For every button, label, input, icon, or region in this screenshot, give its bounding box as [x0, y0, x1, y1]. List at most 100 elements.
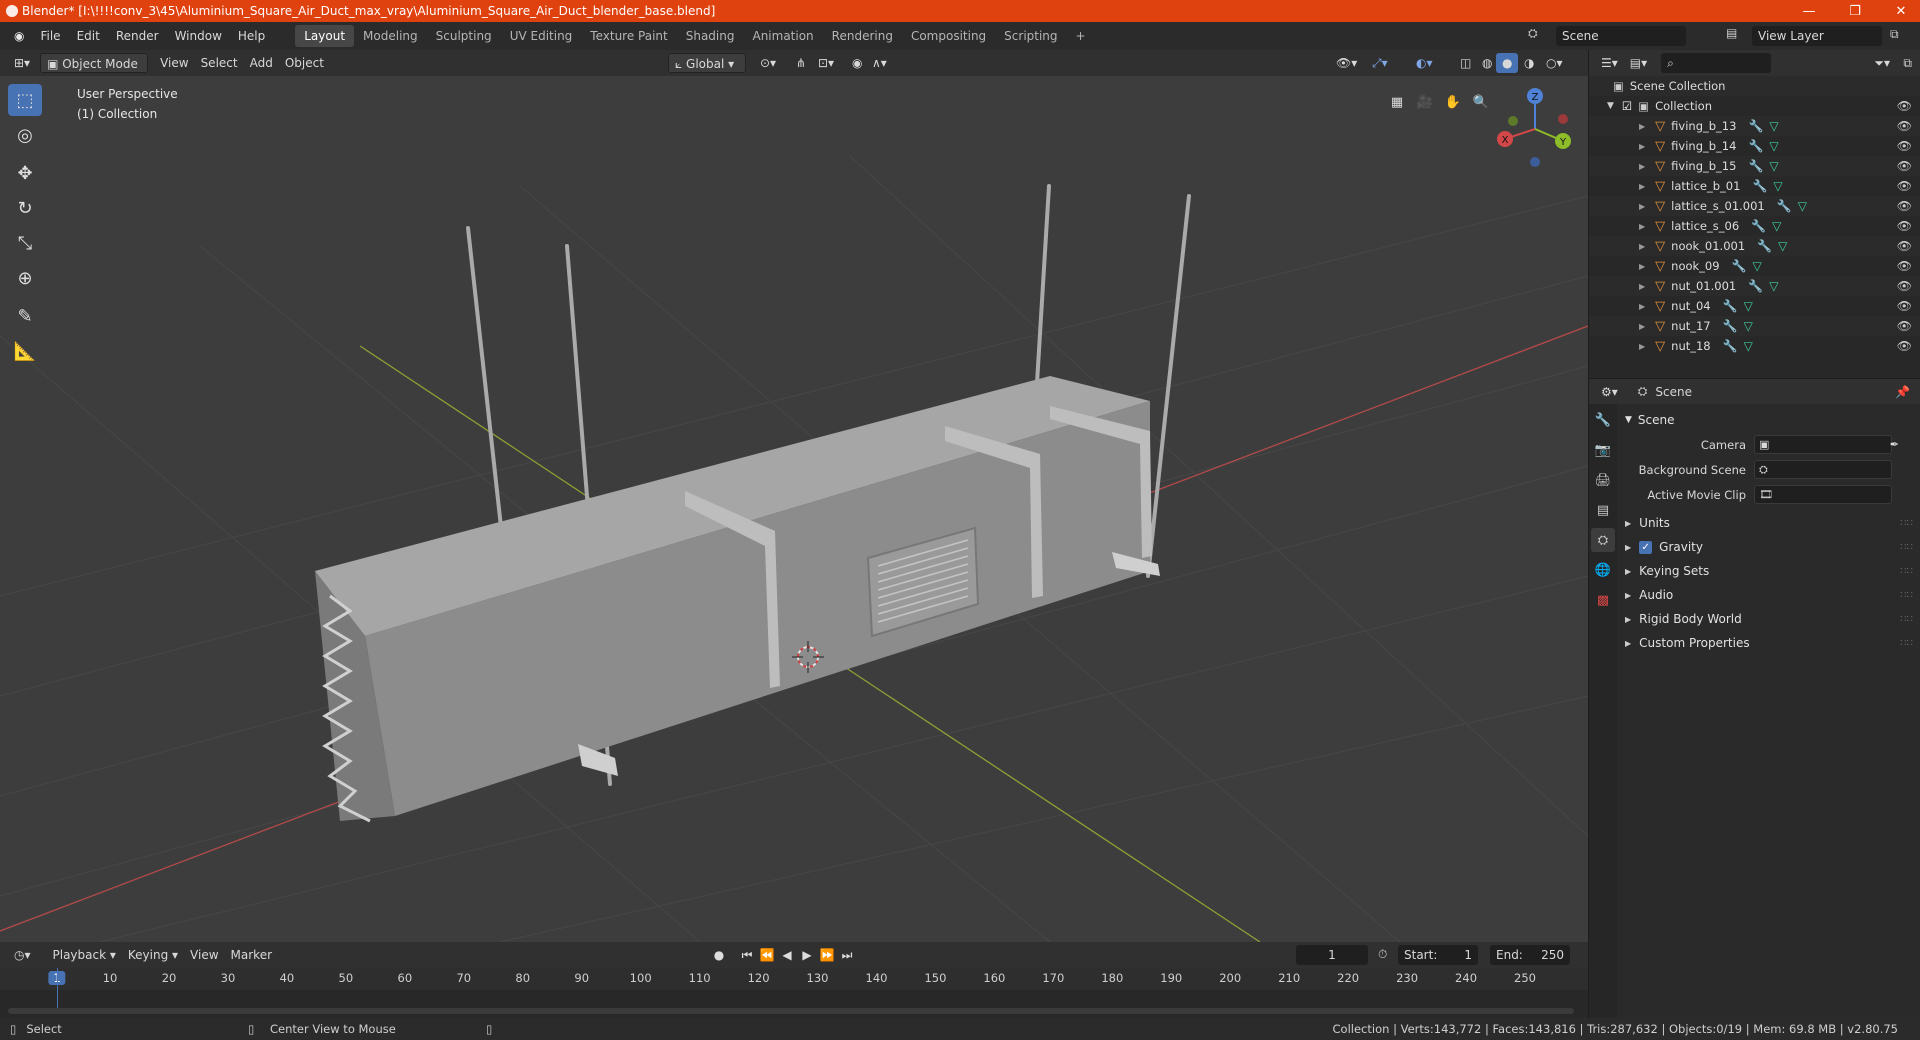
- gravity-checkbox[interactable]: ✓: [1639, 540, 1653, 554]
- maximize-button[interactable]: ❐: [1832, 0, 1878, 22]
- outliner-row-object[interactable]: ▶ ▽ nook_09 🔧 ▽ 👁: [1589, 256, 1920, 276]
- menu-view[interactable]: View: [154, 53, 194, 73]
- overlay-toggle-icon[interactable]: ◐▾: [1410, 53, 1439, 73]
- mesh-data-icon[interactable]: ▽: [1744, 299, 1753, 313]
- tab-texture-paint[interactable]: Texture Paint: [581, 25, 676, 47]
- visibility-eye-icon[interactable]: 👁: [1897, 139, 1912, 153]
- panel-drag-handle[interactable]: ∷∷: [1900, 614, 1913, 625]
- pin-icon[interactable]: 📌: [1895, 385, 1910, 399]
- visibility-eye-icon[interactable]: 👁: [1897, 219, 1912, 233]
- camera-field[interactable]: ▣ ✒: [1754, 435, 1899, 454]
- outliner-row-object[interactable]: ▶ ▽ fiving_b_15 🔧 ▽ 👁: [1589, 156, 1920, 176]
- modifier-wrench-icon[interactable]: 🔧: [1752, 179, 1767, 193]
- mesh-data-icon[interactable]: ▽: [1778, 239, 1787, 253]
- outliner-row-scene-collection[interactable]: ▣ Scene Collection: [1589, 76, 1920, 96]
- frame-ruler[interactable]: 1102030405060708090100110120130140150160…: [0, 968, 1588, 990]
- panel-keying-sets[interactable]: ▶ Keying Sets ∷∷: [1619, 559, 1920, 583]
- rendered-shading-icon[interactable]: ○▾: [1540, 53, 1569, 73]
- world-tab-icon[interactable]: 🌐: [1591, 558, 1615, 582]
- measure-tool-icon[interactable]: 📐: [8, 335, 42, 367]
- pivot-point-icon[interactable]: ⊙▾: [754, 53, 782, 73]
- scale-tool-icon[interactable]: ⤡: [8, 227, 42, 259]
- object-expand-icon[interactable]: ▶: [1639, 202, 1645, 211]
- menu-object[interactable]: Object: [279, 53, 330, 73]
- visibility-eye-icon[interactable]: 👁: [1897, 159, 1912, 173]
- object-expand-icon[interactable]: ▶: [1639, 302, 1645, 311]
- output-tab-icon[interactable]: 🖨: [1591, 468, 1615, 492]
- menu-add[interactable]: Add: [244, 53, 279, 73]
- modifier-wrench-icon[interactable]: 🔧: [1723, 319, 1738, 333]
- current-frame-field[interactable]: 1: [1296, 945, 1368, 965]
- end-frame-field[interactable]: End: 250: [1490, 945, 1570, 965]
- mesh-data-icon[interactable]: ▽: [1753, 259, 1762, 273]
- modifier-wrench-icon[interactable]: 🔧: [1748, 279, 1763, 293]
- minimize-button[interactable]: —: [1786, 0, 1832, 22]
- visibility-eye-icon[interactable]: 👁: [1897, 119, 1912, 133]
- mesh-data-icon[interactable]: ▽: [1744, 339, 1753, 353]
- outliner-row-object[interactable]: ▶ ▽ lattice_s_01.001 🔧 ▽ 👁: [1589, 196, 1920, 216]
- mesh-data-icon[interactable]: ▽: [1744, 319, 1753, 333]
- menu-marker[interactable]: Marker: [225, 945, 278, 965]
- transform-tool-icon[interactable]: ⊕: [8, 262, 42, 294]
- camera-view-icon[interactable]: 🎥: [1413, 90, 1437, 114]
- record-icon[interactable]: ●: [710, 946, 728, 964]
- outliner-row-object[interactable]: ▶ ▽ nut_01.001 🔧 ▽ 👁: [1589, 276, 1920, 296]
- falloff-icon[interactable]: ∧▾: [866, 53, 893, 73]
- modifier-wrench-icon[interactable]: 🔧: [1723, 299, 1738, 313]
- new-view-layer-icon[interactable]: ⧉: [1890, 27, 1899, 42]
- add-workspace-button[interactable]: +: [1067, 25, 1095, 47]
- panel-custom-properties[interactable]: ▶ Custom Properties ∷∷: [1619, 631, 1920, 655]
- object-expand-icon[interactable]: ▶: [1639, 242, 1645, 251]
- material-shading-icon[interactable]: ◑: [1518, 53, 1540, 73]
- collection-checkbox-icon[interactable]: ☑: [1622, 99, 1632, 113]
- xray-icon[interactable]: ◫: [1454, 53, 1477, 73]
- tab-rendering[interactable]: Rendering: [823, 25, 902, 47]
- object-expand-icon[interactable]: ▶: [1639, 182, 1645, 191]
- next-keyframe-icon[interactable]: ⏩: [818, 946, 836, 964]
- jump-end-icon[interactable]: ⏭: [838, 946, 856, 964]
- menu-render[interactable]: Render: [108, 25, 167, 47]
- outliner-row-object[interactable]: ▶ ▽ fiving_b_13 🔧 ▽ 👁: [1589, 116, 1920, 136]
- panel-audio[interactable]: ▶ Audio ∷∷: [1619, 583, 1920, 607]
- visibility-eye-icon[interactable]: 👁: [1897, 259, 1912, 273]
- tab-shading[interactable]: Shading: [677, 25, 744, 47]
- modifier-wrench-icon[interactable]: 🔧: [1748, 159, 1763, 173]
- object-expand-icon[interactable]: ▶: [1639, 282, 1645, 291]
- view-layer-tab-icon[interactable]: ▤: [1591, 498, 1615, 522]
- mesh-data-icon[interactable]: ▽: [1772, 219, 1781, 233]
- snap-target-icon[interactable]: ⊡▾: [812, 53, 840, 73]
- transform-orientation-selector[interactable]: ⟀ Global ▾: [668, 53, 746, 73]
- new-collection-icon[interactable]: ⧉: [1897, 53, 1918, 73]
- tab-scripting[interactable]: Scripting: [995, 25, 1066, 47]
- timeline-scrollbar[interactable]: [8, 1008, 1574, 1014]
- panel-gravity[interactable]: ▶ ✓ Gravity ∷∷: [1619, 535, 1920, 559]
- modifier-wrench-icon[interactable]: 🔧: [1748, 119, 1763, 133]
- eyedropper-icon[interactable]: ✒: [1890, 438, 1899, 451]
- gizmo-toggle-icon[interactable]: ⤢▾: [1366, 53, 1394, 73]
- texture-tab-icon[interactable]: ▩: [1591, 588, 1615, 612]
- properties-editor-type-icon[interactable]: ⚙▾: [1595, 382, 1624, 402]
- menu-select[interactable]: Select: [195, 53, 244, 73]
- select-box-tool-icon[interactable]: ⬚: [8, 84, 42, 116]
- annotate-tool-icon[interactable]: ✎: [8, 300, 42, 332]
- scene-selector[interactable]: Scene: [1556, 26, 1686, 46]
- modifier-wrench-icon[interactable]: 🔧: [1751, 219, 1766, 233]
- object-expand-icon[interactable]: ▶: [1639, 222, 1645, 231]
- navigation-gizmo[interactable]: Z X Y: [1490, 84, 1580, 174]
- modifier-wrench-icon[interactable]: 🔧: [1748, 139, 1763, 153]
- mesh-data-icon[interactable]: ▽: [1769, 139, 1778, 153]
- active-movie-clip-field[interactable]: 🎞: [1754, 485, 1892, 504]
- outliner-row-object[interactable]: ▶ ▽ fiving_b_14 🔧 ▽ 👁: [1589, 136, 1920, 156]
- object-expand-icon[interactable]: ▶: [1639, 122, 1645, 131]
- jump-start-icon[interactable]: ⏮: [738, 946, 756, 964]
- mesh-data-icon[interactable]: ▽: [1769, 159, 1778, 173]
- rotate-tool-icon[interactable]: ↻: [8, 192, 42, 224]
- mesh-data-icon[interactable]: ▽: [1769, 119, 1778, 133]
- timeline-editor-type-icon[interactable]: ◷▾: [8, 945, 37, 965]
- mesh-data-icon[interactable]: ▽: [1798, 199, 1807, 213]
- timeline[interactable]: 1102030405060708090100110120130140150160…: [0, 968, 1588, 1018]
- panel-drag-handle[interactable]: ∷∷: [1900, 566, 1913, 577]
- panel-rigid-body-world[interactable]: ▶ Rigid Body World ∷∷: [1619, 607, 1920, 631]
- tab-layout[interactable]: Layout: [295, 25, 355, 47]
- panel-units[interactable]: ▶ Units ∷∷: [1619, 511, 1920, 535]
